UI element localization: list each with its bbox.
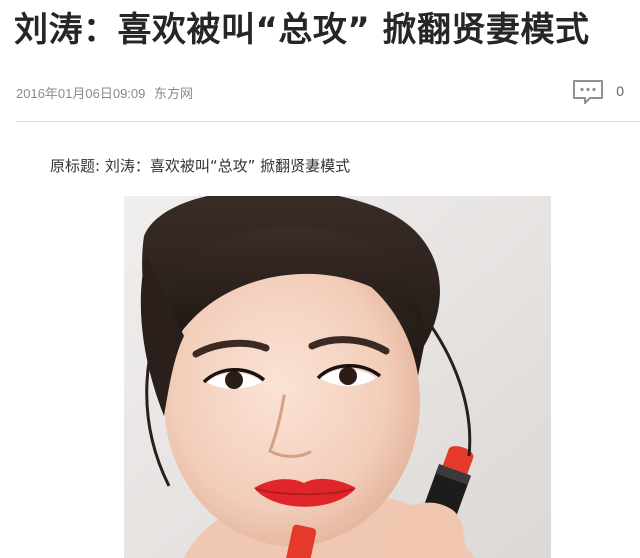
article-page: 刘涛：喜欢被叫“总攻” 掀翻贤妻模式 2016年01月06日09:09 东方网 … <box>0 0 640 558</box>
publish-date: 2016年01月06日09:09 <box>16 86 146 101</box>
original-title: 原标题: 刘涛：喜欢被叫“总攻” 掀翻贤妻模式 <box>50 157 351 175</box>
article-headline: 刘涛：喜欢被叫“总攻” 掀翻贤妻模式 <box>14 10 590 50</box>
article-source: 东方网 <box>154 87 194 102</box>
comment-count: 0 <box>616 83 624 99</box>
article-meta: 2016年01月06日09:09 东方网 0 <box>16 78 628 106</box>
header-divider <box>16 121 640 122</box>
article-photo <box>124 196 551 558</box>
comment-bubble-icon <box>572 79 604 105</box>
comment-button[interactable]: 0 <box>572 78 628 106</box>
